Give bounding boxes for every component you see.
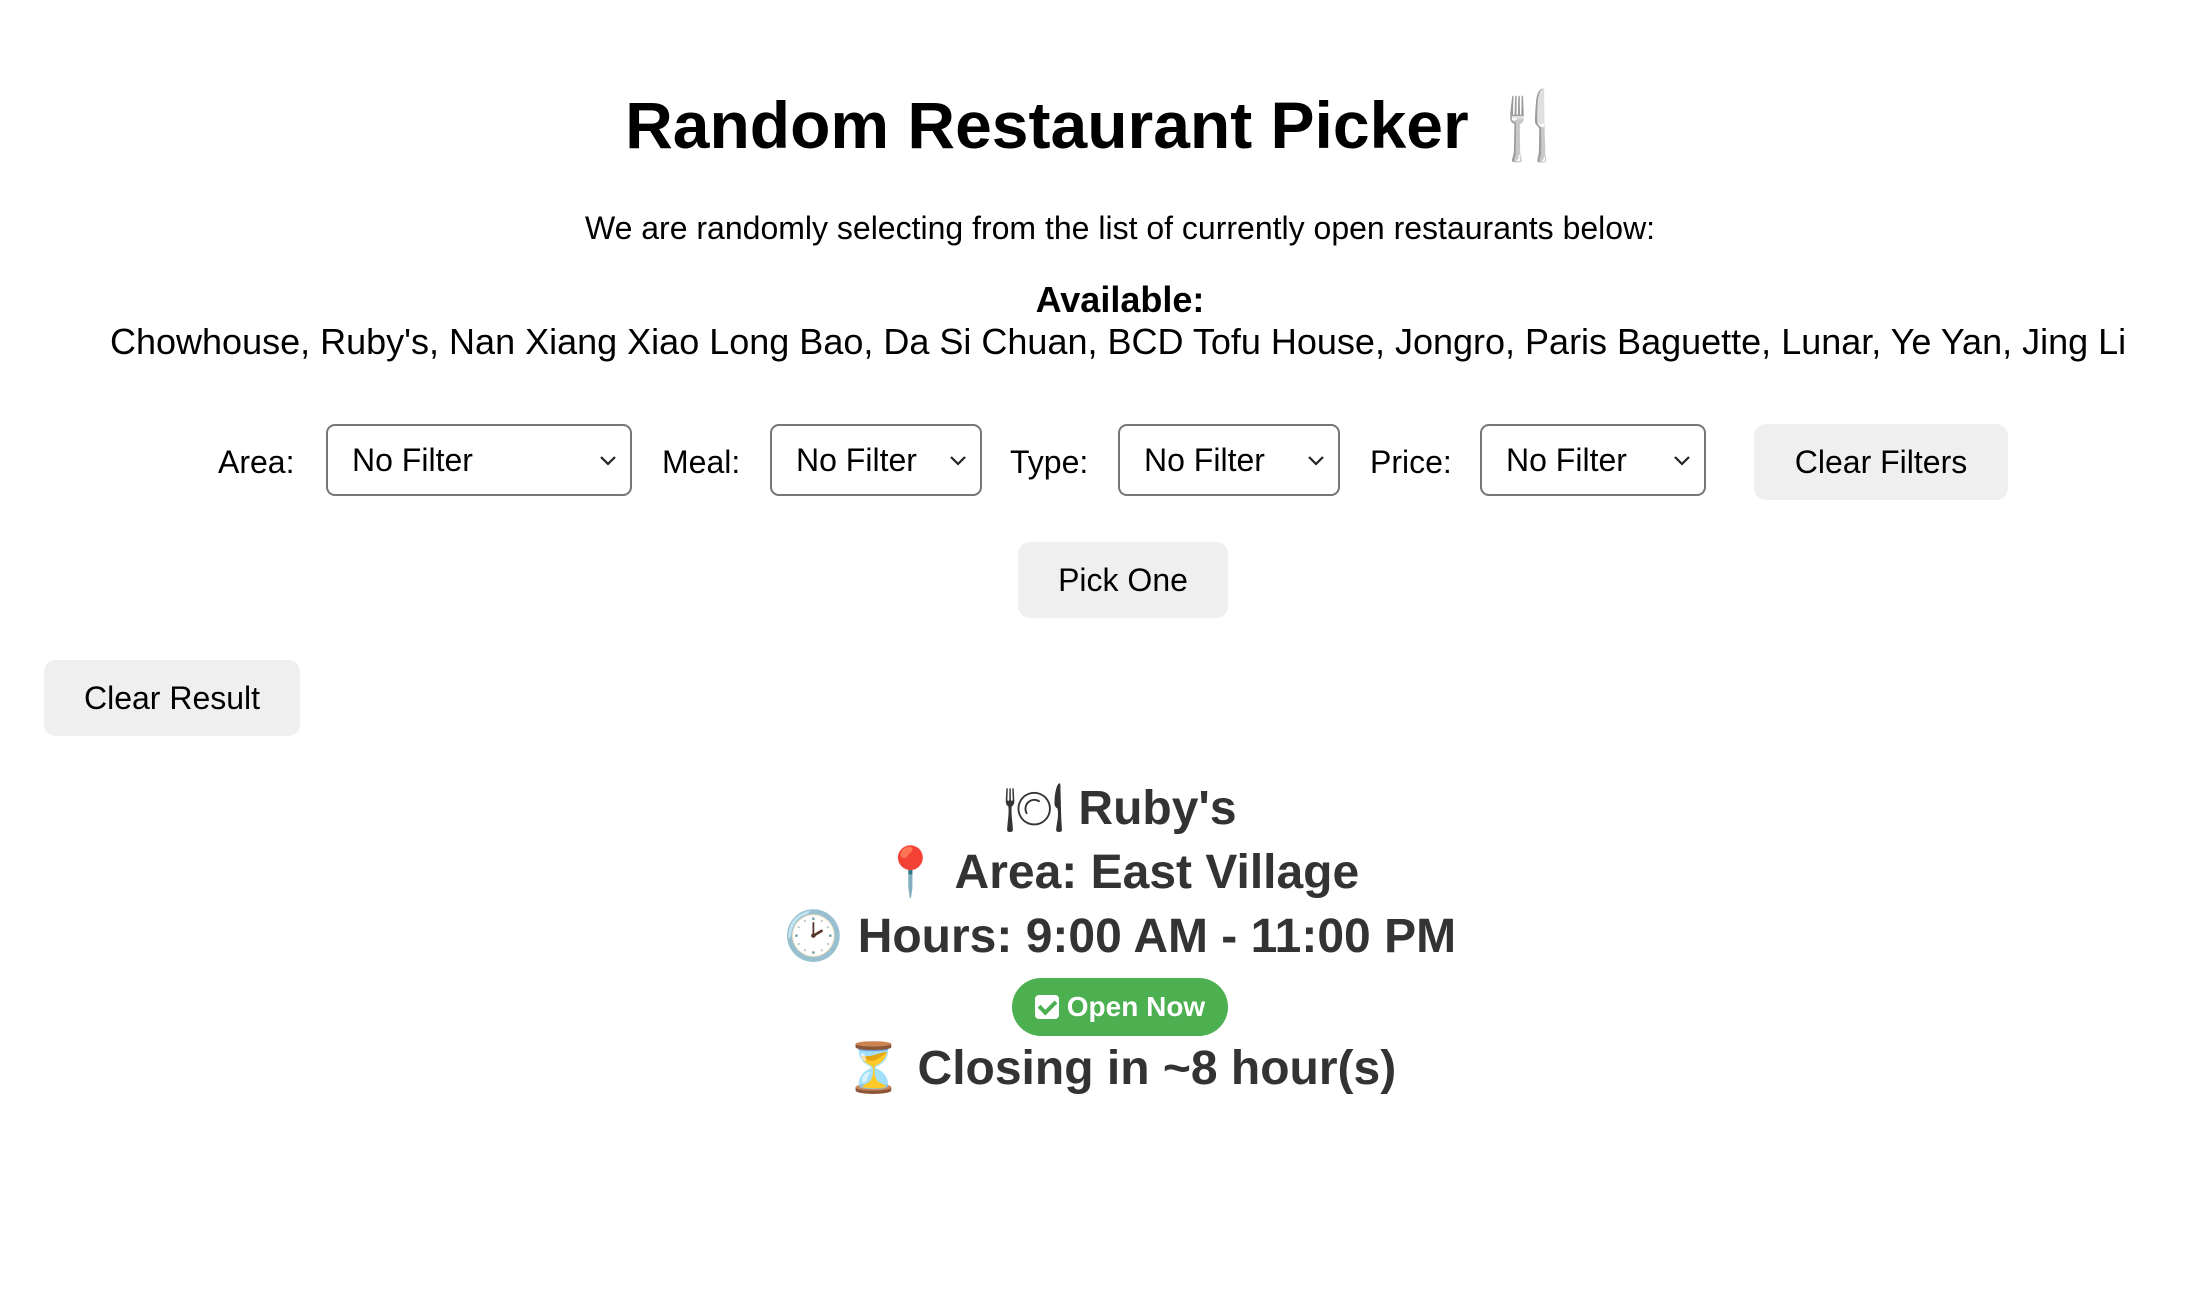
result-name: 🍽 Ruby's — [0, 776, 2196, 841]
plate-icon: 🍽 — [1003, 780, 1065, 836]
result-area-text: Area: East Village — [954, 846, 1360, 899]
area-filter-value: No Filter — [352, 442, 473, 478]
meal-filter-label: Meal: — [662, 444, 741, 480]
type-filter-select[interactable]: No Filter — [1118, 424, 1340, 496]
result-name-text: Ruby's — [1078, 782, 1237, 835]
clear-filters-button[interactable]: Clear Filters — [1754, 424, 2008, 500]
meal-filter-value: No Filter — [796, 442, 917, 478]
chevron-down-icon — [1304, 426, 1328, 494]
clear-result-button[interactable]: Clear Result — [44, 660, 300, 736]
available-list: Chowhouse, Ruby's, Nan Xiang Xiao Long B… — [110, 321, 2127, 362]
pin-icon: 📍 — [880, 844, 941, 900]
meal-filter-select[interactable]: No Filter — [770, 424, 982, 496]
page-title: Random Restaurant Picker 🍴 — [0, 80, 2196, 171]
filter-row: Area: No Filter Meal: No Filter Type: No… — [0, 424, 2196, 500]
available-label: Available: — [1035, 279, 1205, 320]
area-filter-select[interactable]: No Filter — [326, 424, 632, 496]
page-title-text: Random Restaurant Picker — [625, 88, 1469, 162]
hourglass-icon: ⏳ — [843, 1040, 904, 1096]
price-filter-label: Price: — [1370, 444, 1452, 480]
chevron-down-icon — [596, 426, 620, 494]
chevron-down-icon — [1670, 426, 1694, 494]
type-filter-value: No Filter — [1144, 442, 1265, 478]
area-filter-label: Area: — [218, 444, 295, 480]
status-badge-text: Open Now — [1066, 991, 1206, 1022]
fork-and-knife-icon: 🍴 — [1488, 87, 1571, 164]
result-area: 📍 Area: East Village — [0, 840, 2196, 905]
pick-one-button[interactable]: Pick One — [1018, 542, 1228, 618]
result-hours-text: Hours: 9:00 AM - 11:00 PM — [857, 910, 1457, 963]
status-badge: Open Now — [1012, 978, 1228, 1036]
intro-text: We are randomly selecting from the list … — [584, 210, 1656, 246]
result-hours: 🕑 Hours: 9:00 AM - 11:00 PM — [0, 904, 2196, 969]
result-closing-text: Closing in ~8 hour(s) — [917, 1042, 1397, 1095]
type-filter-label: Type: — [1010, 444, 1089, 480]
price-filter-value: No Filter — [1506, 442, 1627, 478]
chevron-down-icon — [946, 426, 970, 494]
result-closing: ⏳ Closing in ~8 hour(s) — [0, 1036, 2196, 1101]
price-filter-select[interactable]: No Filter — [1480, 424, 1706, 496]
clock-icon: 🕑 — [783, 908, 844, 964]
checkmark-icon — [1034, 995, 1059, 1019]
